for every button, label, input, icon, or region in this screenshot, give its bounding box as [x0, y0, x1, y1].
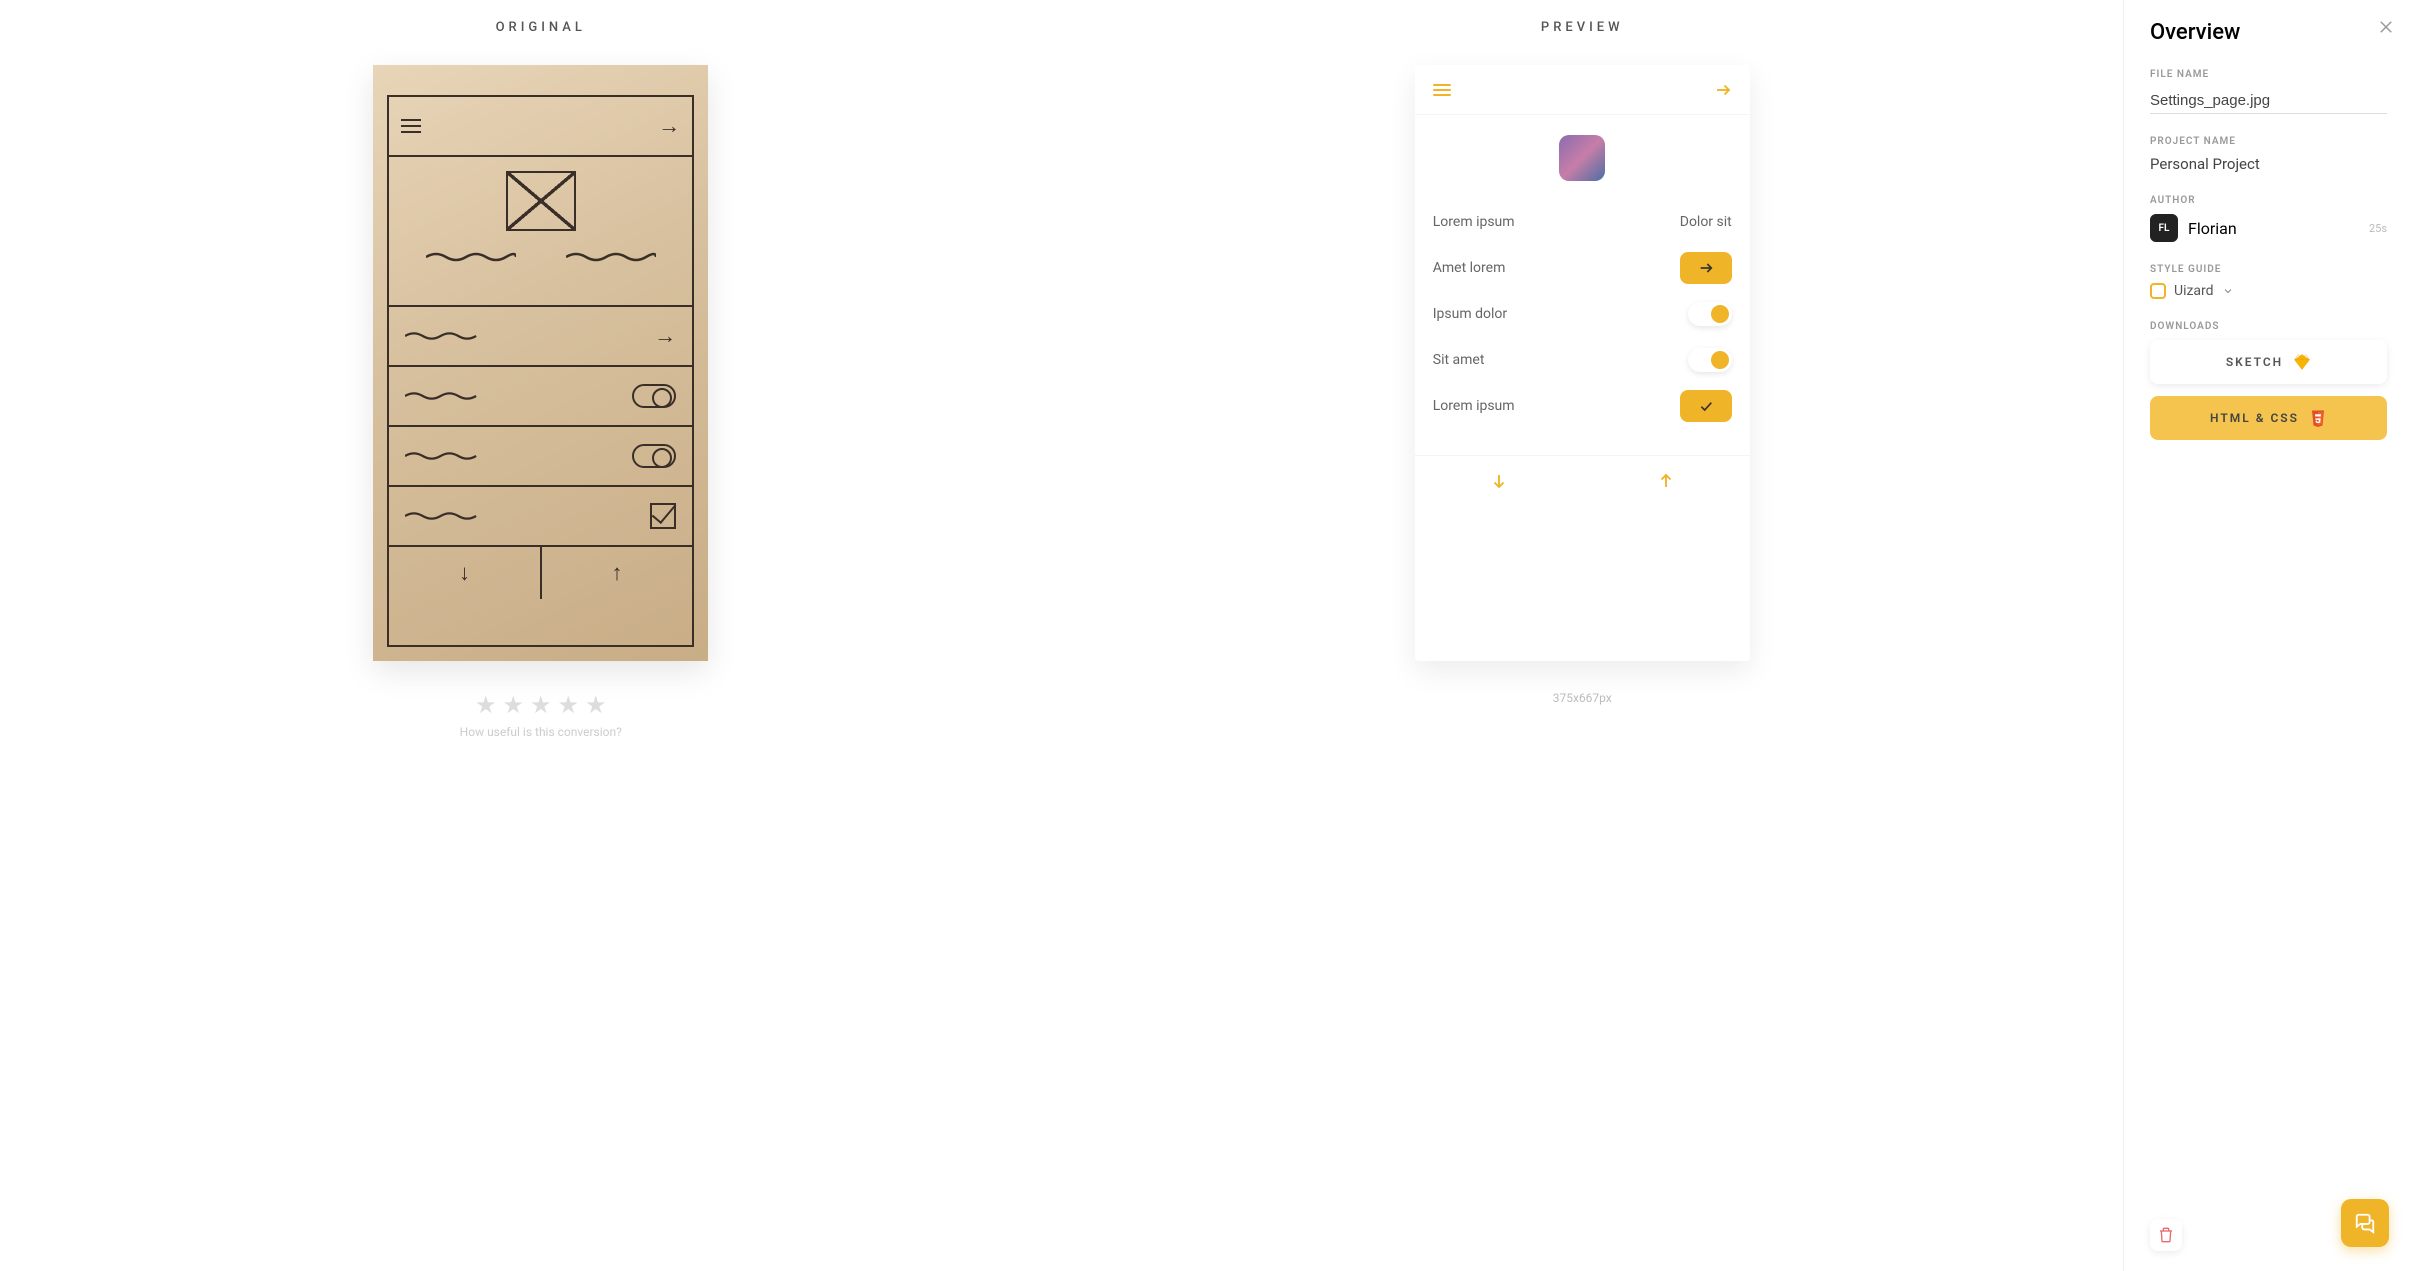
style-guide-value: Uizard: [2174, 283, 2214, 299]
list-item-label: Amet lorem: [1433, 260, 1506, 276]
downloads-label: DOWNLOADS: [2150, 321, 2387, 332]
style-guide-selector[interactable]: Uizard: [2150, 283, 2387, 299]
list-item-label: Sit amet: [1433, 352, 1485, 368]
overview-title: Overview: [2150, 20, 2387, 45]
author-avatar-badge: FL: [2150, 214, 2178, 242]
download-html-button[interactable]: HTML & CSS: [2150, 396, 2387, 440]
overview-sidebar: Overview FILE NAME PROJECT NAME Personal…: [2123, 0, 2413, 1271]
sketch-arrow-down-icon: ↓: [389, 547, 542, 599]
preview-dimensions: 375x667px: [1553, 691, 1612, 705]
project-name-value: Personal Project: [2150, 155, 2387, 173]
star-icon[interactable]: ★: [585, 691, 607, 719]
preview-phone-mock: Lorem ipsum Dolor sit Amet lorem Ipsum d…: [1415, 65, 1750, 661]
project-name-label: PROJECT NAME: [2150, 136, 2387, 147]
main-area: ORIGINAL → →: [0, 0, 2123, 1271]
arrow-right-button[interactable]: [1680, 252, 1732, 284]
hamburger-menu-icon[interactable]: [1433, 84, 1451, 96]
author-label: AUTHOR: [2150, 195, 2387, 206]
preview-panel: PREVIEW Lorem ipsum Dolor sit Amet lorem: [1082, 20, 2084, 1251]
download-sketch-button[interactable]: SKETCH: [2150, 340, 2387, 384]
list-item-label: Dolor sit: [1680, 214, 1732, 230]
sketch-arrow-right-icon: →: [658, 113, 680, 139]
sketch-arrow-icon: →: [654, 323, 676, 349]
rating-caption: How useful is this conversion?: [460, 725, 622, 739]
original-panel: ORIGINAL → →: [40, 20, 1042, 1251]
star-icon[interactable]: ★: [502, 691, 524, 719]
file-name-label: FILE NAME: [2150, 69, 2387, 80]
header-arrow-right-icon[interactable]: [1714, 81, 1732, 99]
original-sketch-image: → →: [373, 65, 708, 661]
chat-icon: [2354, 1212, 2376, 1234]
list-item-label: Lorem ipsum: [1433, 398, 1515, 414]
sketch-diamond-icon: [2293, 353, 2311, 371]
delete-button[interactable]: [2150, 1219, 2182, 1251]
original-title: ORIGINAL: [496, 20, 586, 35]
star-icon[interactable]: ★: [558, 691, 580, 719]
sketch-hamburger-icon: [401, 119, 421, 133]
author-timestamp: 25s: [2369, 222, 2387, 235]
sketch-toggle-icon: [632, 444, 676, 468]
list-item-label: Lorem ipsum: [1433, 214, 1515, 230]
list-item-label: Ipsum dolor: [1433, 306, 1507, 322]
sketch-checkbox-icon: [650, 503, 676, 529]
footer-arrow-up-button[interactable]: [1582, 456, 1750, 505]
sketch-toggle-icon: [632, 384, 676, 408]
star-icon[interactable]: ★: [475, 691, 497, 719]
trash-icon: [2158, 1227, 2174, 1243]
close-icon[interactable]: [2377, 18, 2395, 36]
file-name-input[interactable]: [2150, 88, 2387, 114]
sketch-image-placeholder: [506, 171, 576, 231]
preview-title: PREVIEW: [1541, 20, 1624, 35]
chevron-down-icon: [2222, 285, 2234, 297]
rating-stars[interactable]: ★ ★ ★ ★ ★: [475, 691, 607, 719]
style-guide-icon: [2150, 283, 2166, 299]
chat-fab-button[interactable]: [2341, 1199, 2389, 1247]
footer-arrow-down-button[interactable]: [1415, 456, 1583, 505]
star-icon[interactable]: ★: [530, 691, 552, 719]
toggle-switch[interactable]: [1688, 348, 1732, 372]
html5-icon: [2309, 409, 2327, 427]
check-button[interactable]: [1680, 390, 1732, 422]
avatar: [1559, 135, 1605, 181]
sketch-arrow-up-icon: ↑: [542, 547, 693, 599]
style-guide-label: STYLE GUIDE: [2150, 264, 2387, 275]
author-name: Florian: [2188, 219, 2237, 238]
toggle-switch[interactable]: [1688, 302, 1732, 326]
